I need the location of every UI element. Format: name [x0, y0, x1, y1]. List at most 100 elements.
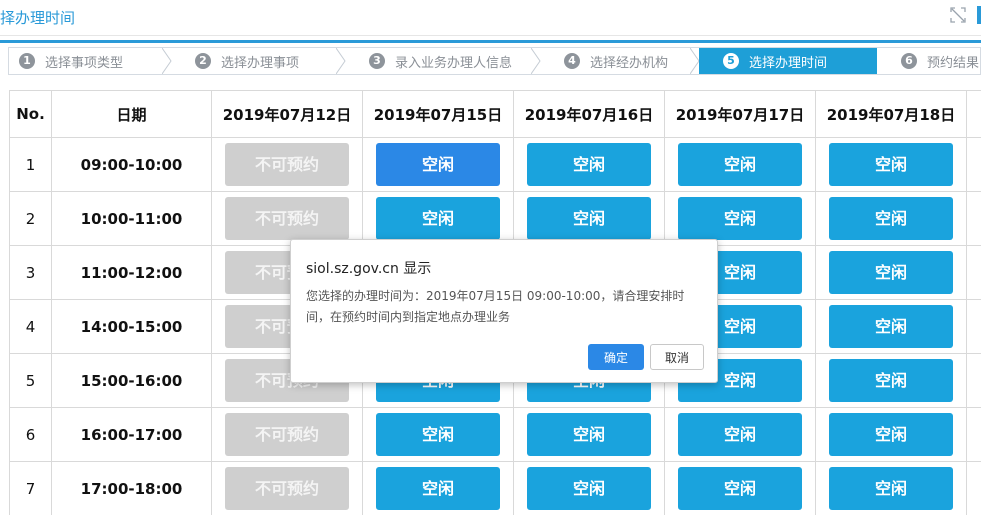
slot-cell: 不可预约	[211, 407, 363, 462]
dialog-title: siol.sz.gov.cn 显示	[306, 261, 432, 277]
header-date-3: 2019年07月16日	[513, 90, 665, 138]
header-overflow	[966, 90, 981, 138]
step-label: 选择办理事项	[221, 55, 300, 71]
dialog-message: 您选择的办理时间为：2019年07月15日 09:00-10:00，请合理安排时…	[306, 289, 685, 324]
slot-cell: 不可预约	[211, 137, 363, 192]
row-number: 2	[9, 191, 52, 246]
row-number: 5	[9, 353, 52, 408]
header-date-5: 2019年07月18日	[815, 90, 967, 138]
overflow-cell	[966, 299, 981, 354]
step-number: 3	[369, 53, 385, 69]
step-number: 1	[19, 53, 35, 69]
slot-available-button[interactable]: 空闲	[376, 467, 500, 510]
slot-available-button[interactable]: 空闲	[376, 413, 500, 456]
header-date-4: 2019年07月17日	[664, 90, 816, 138]
slot-available-button[interactable]: 空闲	[829, 197, 953, 240]
slot-cell: 空闲	[664, 461, 816, 515]
overflow-cell	[966, 353, 981, 408]
time-range: 15:00-16:00	[51, 353, 212, 408]
time-range: 11:00-12:00	[51, 245, 212, 300]
header-date-1: 2019年07月12日	[211, 90, 363, 138]
page-title: 择办理时间	[0, 9, 76, 27]
slot-cell: 空闲	[513, 461, 665, 515]
overflow-cell	[966, 191, 981, 246]
step-6: 6 预约结果	[877, 48, 981, 74]
slot-available-button[interactable]: 空闲	[829, 251, 953, 294]
slot-cell: 空闲	[362, 137, 514, 192]
step-3: 3 录入业务办理人信息	[345, 48, 541, 74]
step-label: 选择事项类型	[45, 55, 124, 71]
slot-cell: 空闲	[513, 191, 665, 246]
slot-available-button[interactable]: 空闲	[829, 467, 953, 510]
time-range: 09:00-10:00	[51, 137, 212, 192]
step-number: 6	[901, 53, 917, 69]
slot-cell: 不可预约	[211, 191, 363, 246]
expand-icon[interactable]	[949, 6, 967, 24]
slot-available-button[interactable]: 空闲	[678, 413, 802, 456]
slot-available-button[interactable]: 空闲	[527, 197, 651, 240]
confirm-button[interactable]: 确定	[588, 344, 644, 370]
slot-cell: 空闲	[362, 461, 514, 515]
confirm-dialog: siol.sz.gov.cn 显示 您选择的办理时间为：2019年07月15日 …	[290, 239, 718, 383]
header-date-2: 2019年07月15日	[362, 90, 514, 138]
slot-cell: 空闲	[815, 407, 967, 462]
slot-available-button[interactable]: 空闲	[376, 197, 500, 240]
step-label: 预约结果	[927, 55, 980, 71]
slot-cell: 空闲	[815, 137, 967, 192]
header-no: No.	[9, 90, 52, 138]
slot-available-button[interactable]: 空闲	[829, 143, 953, 186]
header-accent-bar	[977, 6, 981, 24]
slot-cell: 空闲	[664, 137, 816, 192]
time-range: 10:00-11:00	[51, 191, 212, 246]
step-label: 选择经办机构	[590, 55, 669, 71]
step-label: 选择办理时间	[749, 55, 828, 71]
slot-unavailable: 不可预约	[225, 467, 349, 510]
row-number: 3	[9, 245, 52, 300]
table-row: 2 10:00-11:00 不可预约 空闲 空闲 空闲 空闲	[9, 191, 981, 246]
slot-available-button[interactable]: 空闲	[527, 143, 651, 186]
slot-unavailable: 不可预约	[225, 413, 349, 456]
header-date: 日期	[51, 90, 212, 138]
table-header-row: No. 日期 2019年07月12日 2019年07月15日 2019年07月16日 20…	[9, 90, 981, 138]
row-number: 4	[9, 299, 52, 354]
time-range: 14:00-15:00	[51, 299, 212, 354]
slot-available-button[interactable]: 空闲	[678, 197, 802, 240]
slot-cell: 空闲	[513, 407, 665, 462]
time-range: 17:00-18:00	[51, 461, 212, 515]
table-row: 6 16:00-17:00 不可预约 空闲 空闲 空闲 空闲	[9, 407, 981, 462]
slot-cell: 空闲	[815, 353, 967, 408]
step-number: 2	[195, 53, 211, 69]
slot-cell: 空闲	[362, 191, 514, 246]
cancel-button[interactable]: 取消	[650, 344, 704, 370]
slot-cell: 不可预约	[211, 461, 363, 515]
row-number: 7	[9, 461, 52, 515]
step-4: 4 选择经办机构	[540, 48, 700, 74]
overflow-cell	[966, 137, 981, 192]
overflow-cell	[966, 461, 981, 515]
slot-available-button[interactable]: 空闲	[678, 143, 802, 186]
slot-available-button[interactable]: 空闲	[678, 467, 802, 510]
step-1: 1 选择事项类型	[9, 48, 172, 74]
slot-cell: 空闲	[664, 407, 816, 462]
slot-cell: 空闲	[815, 461, 967, 515]
slot-available-button[interactable]: 空闲	[829, 413, 953, 456]
slot-available-button[interactable]: 空闲	[527, 413, 651, 456]
row-number: 1	[9, 137, 52, 192]
overflow-cell	[966, 245, 981, 300]
slot-available-button[interactable]: 空闲	[829, 305, 953, 348]
time-range: 16:00-17:00	[51, 407, 212, 462]
slot-cell: 空闲	[815, 245, 967, 300]
steps-divider	[0, 40, 981, 43]
slot-cell: 空闲	[815, 299, 967, 354]
step-progress-bar: 1 选择事项类型 2 选择办理事项 3 录入业务办理人信息 4 选择经办机构 5 选择办理时间 6 预…	[8, 47, 981, 75]
slot-available-button[interactable]: 空闲	[829, 359, 953, 402]
slot-available-button[interactable]: 空闲	[527, 467, 651, 510]
slot-unavailable: 不可预约	[225, 197, 349, 240]
overflow-cell	[966, 407, 981, 462]
table-row: 1 09:00-10:00 不可预约 空闲 空闲 空闲 空闲	[9, 137, 981, 192]
slot-cell: 空闲	[362, 407, 514, 462]
table-row: 7 17:00-18:00 不可预约 空闲 空闲 空闲 空闲	[9, 461, 981, 515]
slot-available-button[interactable]: 空闲	[376, 143, 500, 186]
slot-cell: 空闲	[664, 191, 816, 246]
step-number: 4	[564, 53, 580, 69]
